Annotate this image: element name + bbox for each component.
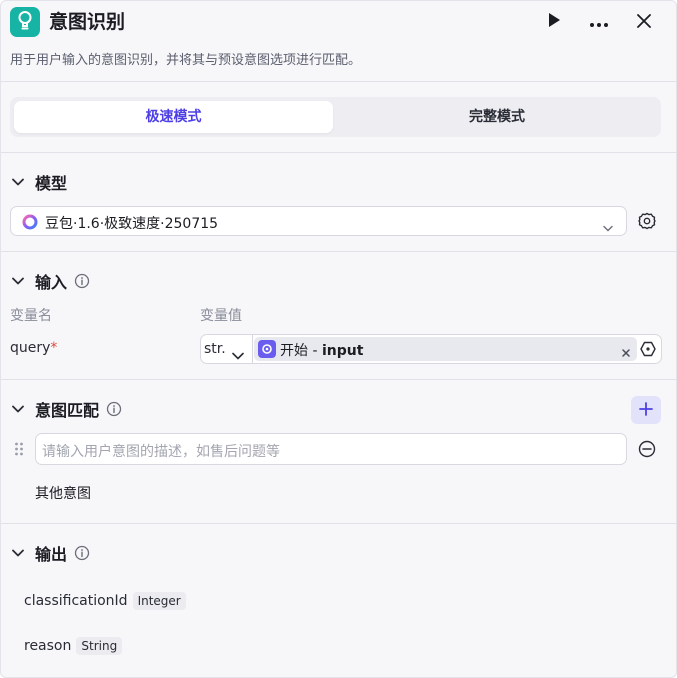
node-title: 意图识别 [49, 11, 126, 33]
reference-separator: - [308, 343, 322, 359]
info-icon[interactable] [74, 545, 90, 561]
clear-reference-icon[interactable] [621, 343, 631, 362]
add-intent-button[interactable] [631, 396, 661, 424]
variable-name-header: 变量名 [10, 308, 52, 324]
reference-label: 开始 - input [280, 340, 363, 360]
more-icon [589, 13, 609, 32]
divider [1, 81, 676, 82]
tab-full-mode[interactable]: 完整模式 [337, 101, 657, 133]
output-section-header: 输出 [9, 540, 90, 566]
divider [1, 523, 676, 524]
chevron-down-icon[interactable] [9, 272, 27, 290]
input-section-header: 输入 [9, 268, 90, 294]
other-intent-label: 其他意图 [35, 486, 91, 502]
model-section-title: 模型 [35, 174, 68, 193]
more-button[interactable] [586, 9, 612, 35]
chevron-down-icon [603, 217, 613, 236]
variable-type-select[interactable]: str. [201, 335, 253, 363]
chevron-down-icon [232, 345, 244, 364]
divider [1, 152, 676, 153]
chevron-down-icon[interactable] [9, 544, 27, 562]
variable-name: query* [10, 340, 57, 356]
info-icon[interactable] [106, 401, 122, 417]
input-section-title: 输入 [35, 273, 68, 292]
divider [1, 379, 676, 380]
intent-description-input[interactable]: 请输入用户意图的描述，如售后问题等 [35, 433, 627, 465]
model-select[interactable]: 豆包·1.6·极致速度·250715 [10, 206, 627, 236]
reference-source: 开始 [280, 343, 308, 359]
chevron-down-icon[interactable] [9, 173, 27, 191]
doubao-model-icon [22, 214, 38, 234]
output-field-name: classificationId [24, 593, 128, 609]
intent-recognition-node-panel: 意图识别 用于用户输入的意图识别，并将其与预设意图选项进行匹配。 极速模式 完整… [0, 0, 677, 678]
variable-name-text: query [10, 340, 51, 356]
reference-variable: input [321, 343, 364, 359]
gear-icon [637, 212, 657, 235]
variable-reference-chip[interactable]: 开始 - input [254, 337, 637, 361]
chevron-down-icon[interactable] [9, 400, 27, 418]
variable-value-field: str. 开始 - input [200, 334, 662, 364]
output-section-title: 输出 [35, 545, 68, 564]
info-icon[interactable] [74, 273, 90, 289]
variable-type-value: str. [204, 341, 226, 357]
output-field-type: Integer [132, 592, 186, 610]
model-settings-button[interactable] [637, 211, 657, 231]
output-field-name: reason [24, 638, 72, 654]
intent-section-header: 意图匹配 [9, 396, 122, 422]
close-button[interactable] [631, 9, 657, 35]
variable-value-header: 变量值 [200, 308, 242, 324]
tab-fast-mode[interactable]: 极速模式 [14, 101, 333, 133]
output-field-type: String [76, 637, 123, 655]
node-description: 用于用户输入的意图识别，并将其与预设意图选项进行匹配。 [10, 53, 362, 68]
remove-intent-icon[interactable] [638, 440, 656, 462]
start-node-icon [258, 340, 276, 358]
intent-section-title: 意图匹配 [35, 401, 100, 420]
play-icon [547, 12, 561, 32]
close-icon [637, 13, 651, 32]
intent-input-placeholder: 请输入用户意图的描述，如售后问题等 [42, 444, 280, 460]
variable-picker-icon[interactable] [639, 340, 657, 362]
plus-icon [639, 401, 653, 420]
output-field-row: reason String [24, 637, 123, 655]
model-section-header: 模型 [9, 169, 67, 195]
divider [1, 251, 676, 252]
node-header: 意图识别 用于用户输入的意图识别，并将其与预设意图选项进行匹配。 [1, 1, 676, 81]
drag-handle-icon[interactable] [14, 441, 24, 461]
model-select-value: 豆包·1.6·极致速度·250715 [45, 216, 219, 232]
required-mark: * [50, 340, 58, 356]
output-field-row: classificationId Integer [24, 592, 186, 610]
node-logo [10, 7, 40, 37]
mode-switch: 极速模式 完整模式 [10, 97, 661, 137]
run-button[interactable] [541, 9, 567, 35]
lightbulb-icon [16, 10, 34, 34]
